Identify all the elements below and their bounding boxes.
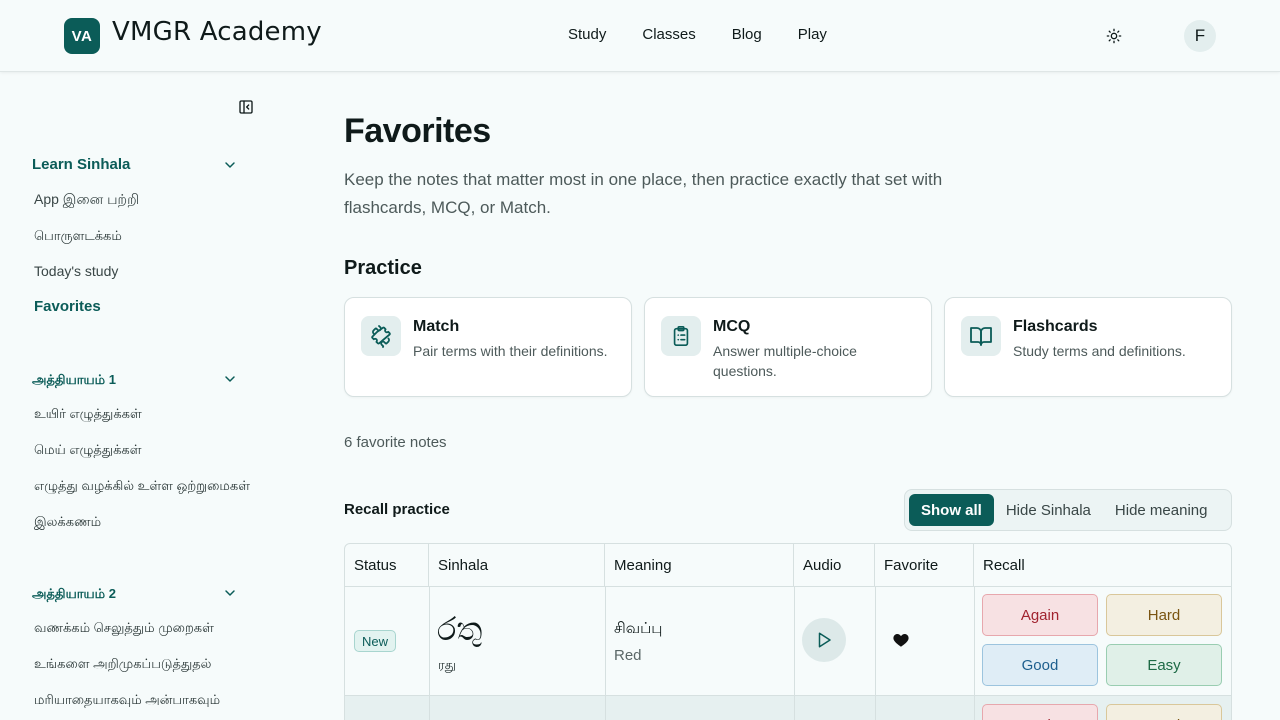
card-description: Answer multiple-choice questions. — [713, 343, 857, 379]
divider — [345, 695, 1231, 696]
sidebar-item-favorites[interactable]: Favorites — [34, 298, 101, 315]
table-row — [345, 695, 1231, 720]
meaning-tamil: சிவப்பு — [614, 620, 663, 637]
sidebar-item-consonants[interactable]: மெய் எழுத்துக்கள் — [34, 442, 141, 459]
favorites-count: 6 favorite notes — [344, 434, 447, 451]
nav-study[interactable]: Study — [550, 26, 624, 43]
avatar[interactable]: F — [1184, 20, 1216, 52]
hard-button[interactable]: Hard — [1106, 594, 1222, 636]
sidebar-section-learn-sinhala[interactable]: Learn Sinhala — [32, 156, 130, 173]
sidebar-section-chapter-2[interactable]: அத்தியாயம் 2 — [32, 586, 116, 603]
clipboard-list-icon — [661, 316, 701, 356]
nav-play[interactable]: Play — [780, 26, 845, 43]
card-title: Flashcards — [1013, 318, 1098, 335]
sun-icon[interactable] — [1102, 24, 1126, 48]
hide-meaning-toggle[interactable]: Hide meaning — [1103, 494, 1220, 526]
column-header-meaning[interactable]: Meaning — [605, 544, 794, 586]
visibility-toggle-group: Show all Hide Sinhala Hide meaning — [904, 489, 1232, 531]
sidebar-collapse-icon[interactable] — [236, 97, 256, 117]
sinhala-word: රතු — [437, 610, 483, 648]
nav-blog[interactable]: Blog — [714, 26, 780, 43]
status-badge: New — [354, 630, 397, 652]
divider — [345, 586, 1231, 587]
good-button[interactable]: Good — [982, 644, 1098, 686]
top-navbar: VA VMGR Academy Study Classes Blog Play … — [0, 0, 1280, 72]
chevron-down-icon[interactable] — [222, 157, 238, 173]
chevron-down-icon[interactable] — [222, 585, 238, 601]
logo-badge[interactable]: VA — [64, 18, 100, 54]
divider — [429, 586, 430, 720]
page-description: Keep the notes that matter most in one p… — [344, 170, 943, 217]
sidebar-item-grammar[interactable]: இலக்கணம் — [34, 514, 101, 531]
column-header-favorite[interactable]: Favorite — [875, 544, 974, 586]
sidebar-section-chapter-1[interactable]: அத்தியாயம் 1 — [32, 372, 116, 389]
practice-heading: Practice — [344, 257, 422, 279]
sidebar-item-politeness[interactable]: மரியாதையாகவும் அன்பாகவும் — [34, 692, 220, 709]
divider — [974, 586, 975, 720]
practice-card-flashcards[interactable]: Flashcards Study terms and definitions. — [944, 297, 1232, 397]
hide-sinhala-toggle[interactable]: Hide Sinhala — [994, 494, 1103, 526]
chevron-down-icon[interactable] — [222, 371, 238, 387]
column-header-audio[interactable]: Audio — [794, 544, 875, 586]
column-header-recall[interactable]: Recall — [974, 544, 1231, 586]
divider — [794, 586, 795, 720]
column-header-status[interactable]: Status — [345, 544, 429, 586]
card-title: MCQ — [713, 318, 751, 335]
again-button[interactable]: Again — [982, 594, 1098, 636]
page-title: Favorites — [344, 112, 491, 150]
book-open-icon — [961, 316, 1001, 356]
practice-card-match[interactable]: Match Pair terms with their definitions. — [344, 297, 632, 397]
divider — [605, 586, 606, 720]
sidebar-item-vowels[interactable]: உயிர் எழுத்துக்கள் — [34, 406, 142, 423]
play-audio-button[interactable] — [802, 618, 846, 662]
sidebar-item-introductions[interactable]: உங்களை அறிமுகப்படுத்துதல் — [34, 656, 211, 673]
puzzle-icon — [361, 316, 401, 356]
sinhala-transliteration: ரது — [438, 657, 456, 672]
card-description: Study terms and definitions. — [1013, 343, 1186, 359]
heart-icon[interactable] — [891, 631, 911, 649]
meaning-english: Red — [614, 647, 642, 664]
again-button[interactable]: Again — [982, 704, 1098, 720]
card-title: Match — [413, 318, 460, 335]
sidebar-item-greetings[interactable]: வணக்கம் செலுத்தும் முறைகள் — [34, 620, 214, 637]
sidebar-item-script-similarities[interactable]: எழுத்து வழக்கில் உள்ள ஒற்றுமைகள் — [34, 478, 250, 495]
sidebar-item-about-app[interactable]: App இனை பற்றி — [34, 191, 139, 210]
easy-button[interactable]: Easy — [1106, 644, 1222, 686]
nav-classes[interactable]: Classes — [624, 26, 713, 43]
show-all-toggle[interactable]: Show all — [909, 494, 994, 526]
column-header-sinhala[interactable]: Sinhala — [429, 544, 605, 586]
main-nav: Study Classes Blog Play — [550, 26, 845, 43]
practice-card-mcq[interactable]: MCQ Answer multiple-choice questions. — [644, 297, 932, 397]
sidebar-item-todays-study[interactable]: Today's study — [34, 263, 118, 279]
brand-name[interactable]: VMGR Academy — [112, 17, 322, 47]
sidebar-item-contents[interactable]: பொருளடக்கம் — [34, 228, 122, 245]
hard-button[interactable]: Hard — [1106, 704, 1222, 720]
play-icon — [818, 632, 831, 648]
recall-practice-label: Recall practice — [344, 501, 450, 518]
divider — [875, 586, 876, 720]
favorites-table: Status Sinhala Meaning Audio Favorite Re… — [344, 543, 1232, 720]
card-description: Pair terms with their definitions. — [413, 343, 608, 359]
